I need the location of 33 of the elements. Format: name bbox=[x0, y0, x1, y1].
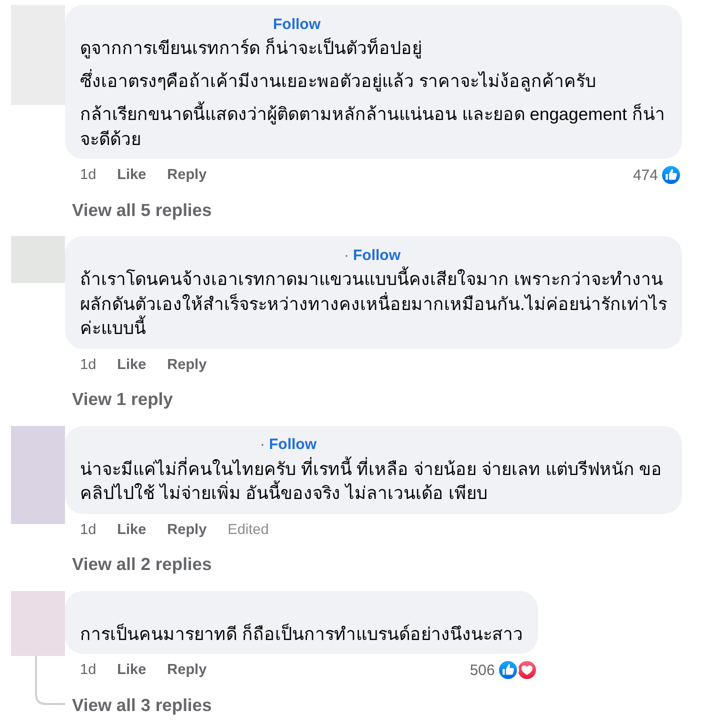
separator-dot: · bbox=[260, 436, 265, 453]
thumbs-up-icon bbox=[660, 164, 682, 186]
comment-text: ถ้าเราโดนคนจ้างเอาเรทกาดมาแขวนแบบนี้คงเสียใจมาก เพราะกว่าจะทำงานผลักดันตัวเองให้สำเร็จระหว่างทางคงเหนื่อยมากเหมือนกัน.ไม่ค่อยน่ารักเท่าไรค่ะแบบนี้ bbox=[80, 267, 667, 340]
reply-button[interactable]: Reply bbox=[167, 356, 207, 372]
comment-text: น่าจะมีแค่ไม่กี่คนในไทยครับ ที่เรทนี้ ที่เหลือ จ่ายน้อย จ่ายเลท แต่บรีฟหนัก ขอคลิปไปใช้ ไม่จ่ายเพิ่ม อันนี้ของจริง ไม่ลาเวนเด้อ เพียบ bbox=[80, 456, 667, 506]
reactions-button[interactable]: 474 bbox=[632, 164, 682, 186]
follow-link[interactable]: Follow bbox=[269, 436, 316, 453]
comment-text: ดูจากการเขียนเรทการ์ด ก็น่าจะเป็นตัวท็อปอยู่ bbox=[80, 36, 423, 60]
reply-button[interactable]: Reply bbox=[167, 167, 207, 183]
comment-text: การเป็นคนมารยาทดี ก็ถือเป็นการทำแบรนด์อย่างนึงนะสาว bbox=[80, 622, 523, 646]
edited-label: Edited bbox=[228, 522, 269, 538]
comment-text: กล้าเรียกขนาดนี้แสดงว่าผู้ติดตามหลักล้านแน่นอน และยอด engagement ก็น่าจะดีด้วย bbox=[80, 102, 667, 151]
timestamp-link[interactable]: 1d bbox=[80, 356, 96, 372]
comment-text: ซึ่งเอาตรงๆคือถ้าเค้ามีงานเยอะพอตัวอยู่แล้ว ราคาจะไม่ง้อลูกค้าครับ bbox=[80, 69, 597, 94]
view-replies-link[interactable]: View all 2 replies bbox=[72, 552, 212, 576]
timestamp-link[interactable]: 1d bbox=[80, 522, 96, 538]
timestamp-link[interactable]: 1d bbox=[80, 167, 96, 183]
like-button[interactable]: Like bbox=[117, 356, 146, 372]
like-button[interactable]: Like bbox=[117, 662, 146, 678]
view-replies-link[interactable]: View all 5 replies bbox=[72, 198, 212, 222]
like-button[interactable]: Like bbox=[117, 522, 146, 538]
view-replies-link[interactable]: View all 3 replies bbox=[72, 693, 212, 717]
reply-thread-line bbox=[35, 656, 65, 706]
follow-link[interactable]: Follow bbox=[273, 16, 320, 32]
follow-link[interactable]: Follow bbox=[353, 246, 400, 264]
separator-dot: · bbox=[344, 246, 349, 264]
reply-button[interactable]: Reply bbox=[167, 662, 207, 678]
thumbs-up-icon bbox=[496, 659, 519, 681]
like-button[interactable]: Like bbox=[117, 167, 146, 183]
reactions-button[interactable]: 506 bbox=[470, 659, 538, 681]
reply-button[interactable]: Reply bbox=[167, 522, 207, 538]
view-replies-link[interactable]: View 1 reply bbox=[72, 388, 173, 412]
timestamp-link[interactable]: 1d bbox=[80, 662, 96, 678]
